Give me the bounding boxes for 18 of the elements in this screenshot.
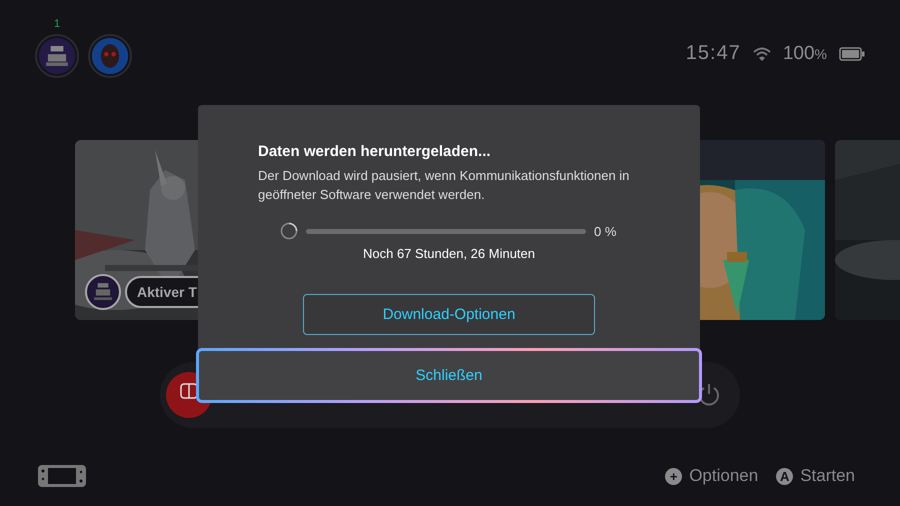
dialog-title: Daten werden heruntergeladen... <box>258 143 492 160</box>
clock: 15:47 <box>686 42 741 65</box>
dialog-message: Der Download wird pausiert, wenn Kommunikationsfunktionen in geöffneter Software verwendet werden. <box>258 167 630 204</box>
hint-label: Starten <box>800 466 855 486</box>
notification-count: 1 <box>54 18 60 30</box>
battery-level: 100% <box>782 42 827 64</box>
hint-label: Optionen <box>689 466 758 486</box>
console-icon <box>38 465 86 487</box>
progress-percent: 0 % <box>594 224 618 238</box>
wifi-icon <box>752 46 771 60</box>
close-button[interactable]: Schließen <box>196 348 702 403</box>
battery-icon <box>839 46 865 60</box>
button-glyph: A <box>776 468 794 484</box>
spinner-icon <box>280 222 298 240</box>
user-avatar[interactable] <box>35 34 79 78</box>
button-glyph: + <box>665 468 682 484</box>
options-button[interactable]: Download-Optionen <box>303 294 595 335</box>
time-remaining: Noch 67 Stunden, 26 Minuten <box>362 246 535 261</box>
